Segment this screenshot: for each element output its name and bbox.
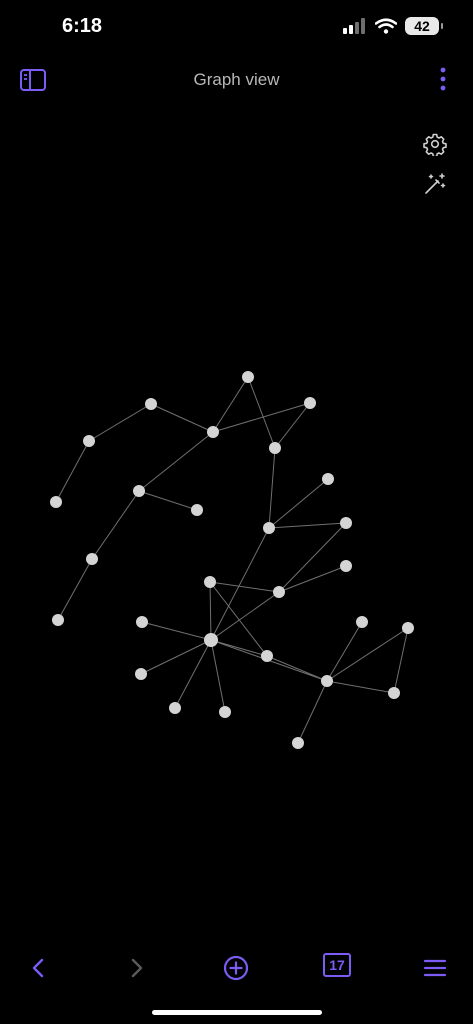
graph-node[interactable] (207, 426, 219, 438)
chevron-right-icon (131, 958, 143, 978)
graph-node[interactable] (83, 435, 95, 447)
graph-edge (88, 403, 152, 442)
page-title: Graph view (193, 70, 280, 89)
graph-edge (138, 431, 214, 492)
graph-edge (326, 680, 395, 694)
graph-edge (210, 639, 226, 713)
graph-edge (140, 639, 212, 675)
back-button[interactable] (28, 954, 48, 982)
graph-node[interactable] (402, 622, 414, 634)
graph-edge (274, 402, 311, 449)
graph-node[interactable] (50, 496, 62, 508)
graph-edge (91, 490, 140, 560)
graph-edge (57, 558, 93, 621)
graph-edge (174, 639, 212, 709)
graph-node[interactable] (242, 371, 254, 383)
graph-edge (210, 527, 270, 641)
graph-edge (150, 403, 214, 433)
graph-node[interactable] (292, 737, 304, 749)
graph-nodes (50, 371, 414, 749)
graph-node[interactable] (133, 485, 145, 497)
gear-icon (423, 133, 447, 158)
graph-node[interactable] (169, 702, 181, 714)
graph-edge (210, 639, 268, 657)
graph-node[interactable] (340, 560, 352, 572)
calendar-day-label: 17 (329, 957, 345, 973)
graph-edge (268, 522, 347, 529)
graph-edge (297, 680, 328, 744)
graph-canvas[interactable] (0, 0, 473, 1024)
graph-node[interactable] (191, 504, 203, 516)
graph-edge (393, 627, 409, 694)
graph-node[interactable] (52, 614, 64, 626)
graph-edge (326, 627, 409, 682)
graph-edge (212, 376, 249, 433)
daily-note-button[interactable]: 17 (323, 953, 351, 977)
menu-button[interactable] (423, 954, 447, 982)
graph-edge (278, 565, 347, 593)
new-note-button[interactable] (222, 954, 250, 982)
bottom-toolbar: 17 (0, 948, 473, 988)
hamburger-menu-icon (423, 959, 447, 977)
graph-node[interactable] (204, 576, 216, 588)
graph-edge (268, 478, 329, 529)
graph-node[interactable] (219, 706, 231, 718)
plus-circle-icon (223, 955, 249, 981)
graph-node[interactable] (340, 517, 352, 529)
graph-animate-button[interactable] (423, 172, 447, 196)
graph-node[interactable] (135, 668, 147, 680)
top-bar: Graph view (0, 56, 473, 104)
graph-node[interactable] (145, 398, 157, 410)
graph-node[interactable] (136, 616, 148, 628)
home-indicator (152, 1010, 322, 1015)
graph-edge (210, 591, 280, 641)
graph-edge (268, 447, 276, 529)
chevron-left-icon (32, 958, 44, 978)
graph-settings-button[interactable] (423, 132, 447, 158)
graph-edge (247, 376, 276, 449)
graph-edge (141, 621, 212, 641)
more-options-button[interactable] (439, 66, 447, 92)
graph-edge (212, 402, 311, 433)
graph-node[interactable] (273, 586, 285, 598)
forward-button[interactable] (127, 954, 147, 982)
graph-node[interactable] (86, 553, 98, 565)
graph-edge (326, 621, 363, 682)
graph-node[interactable] (304, 397, 316, 409)
magic-wand-icon (425, 173, 446, 194)
more-vertical-icon (440, 67, 446, 91)
graph-node[interactable] (261, 650, 273, 662)
graph-node[interactable] (388, 687, 400, 699)
graph-edge (55, 440, 90, 503)
graph-node[interactable] (269, 442, 281, 454)
graph-edge (138, 490, 198, 511)
graph-edges (55, 376, 409, 744)
graph-node[interactable] (322, 473, 334, 485)
graph-edge (209, 581, 280, 593)
graph-node[interactable] (356, 616, 368, 628)
graph-edge (209, 581, 268, 657)
graph-node[interactable] (204, 633, 218, 647)
graph-node[interactable] (263, 522, 275, 534)
graph-node[interactable] (321, 675, 333, 687)
graph-edge (278, 522, 347, 593)
graph-edge (209, 581, 212, 641)
graph-edge (266, 655, 328, 682)
